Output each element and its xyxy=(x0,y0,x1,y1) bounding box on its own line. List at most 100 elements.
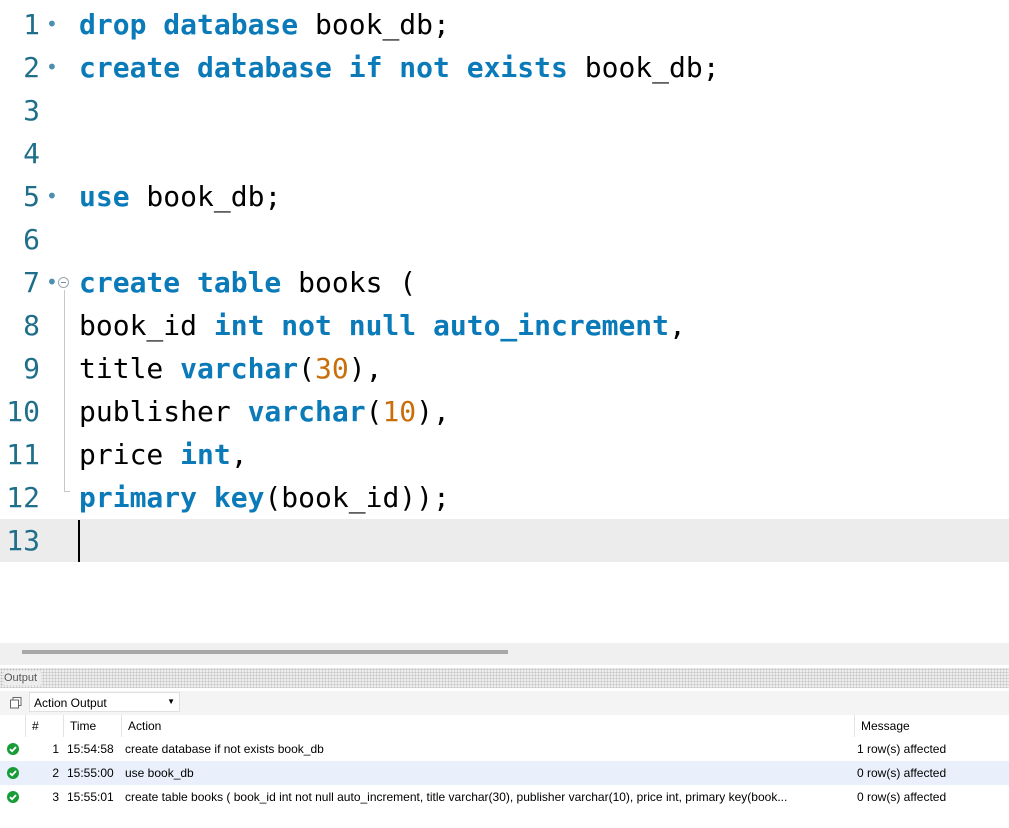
cell-time: 15:54:58 xyxy=(67,742,114,756)
fold-toggle-icon[interactable] xyxy=(58,277,69,288)
code-text: use book_db; xyxy=(79,175,281,218)
code-text: create table books ( xyxy=(79,261,416,304)
output-panel-header: Output xyxy=(0,668,1009,688)
sql-text: ), xyxy=(348,352,383,385)
action-output-grid: # Time Action Message 1 15:54:58 create da… xyxy=(0,715,1009,828)
line-number: 11 xyxy=(6,438,40,471)
code-text: book_id int not null auto_increment, xyxy=(79,304,686,347)
cell-num: 2 xyxy=(52,766,59,780)
output-type-value: Action Output xyxy=(34,696,107,710)
line-number: 6 xyxy=(23,223,40,256)
cell-message: 0 row(s) affected xyxy=(857,790,947,804)
cell-num: 1 xyxy=(52,742,59,756)
sql-keyword: primary key xyxy=(79,481,265,514)
sql-keyword: int not null auto_increment xyxy=(213,309,670,342)
sql-editor[interactable]: 1 • drop database book_db; 2 • create databas… xyxy=(0,0,1009,643)
cell-message: 1 row(s) affected xyxy=(857,742,947,756)
code-line[interactable]: 3 xyxy=(0,89,1009,132)
statement-marker: • xyxy=(46,55,58,79)
text-caret xyxy=(78,520,80,562)
code-text: drop database book_db; xyxy=(79,3,450,46)
line-number: 2 xyxy=(23,51,40,84)
sql-text: publisher xyxy=(79,395,248,428)
line-number: 1 xyxy=(23,8,40,41)
output-toolbar: Action Output ▼ xyxy=(0,691,1009,715)
line-number: 9 xyxy=(23,352,40,385)
success-check-icon xyxy=(7,767,19,779)
cell-action: create database if not exists book_db xyxy=(125,742,324,756)
sql-text: price xyxy=(79,438,181,471)
code-text: create database if not exists book_db; xyxy=(79,46,720,89)
sql-text: ( xyxy=(365,395,383,428)
sql-keyword: int xyxy=(180,438,231,471)
code-text: price int, xyxy=(79,433,248,476)
line-number: 10 xyxy=(6,395,40,428)
column-header-num[interactable]: # xyxy=(25,715,63,737)
code-line[interactable]: 12 primary key(book_id)); xyxy=(0,476,1009,519)
line-number: 12 xyxy=(6,481,40,514)
statement-marker: • xyxy=(46,270,58,294)
code-line[interactable]: 13 xyxy=(0,519,1009,562)
code-line[interactable]: 8 book_id int not null auto_increment, xyxy=(0,304,1009,347)
column-header-message[interactable]: Message xyxy=(854,715,1009,737)
code-text: primary key(book_id)); xyxy=(79,476,450,519)
line-number: 5 xyxy=(23,180,40,213)
output-panel-title: Output xyxy=(4,671,42,685)
table-row[interactable]: 1 15:54:58 create database if not exists b… xyxy=(0,737,1009,761)
line-number: 13 xyxy=(6,524,40,557)
cell-action: use book_db xyxy=(125,766,194,780)
success-check-icon xyxy=(7,743,19,755)
sql-text: ( xyxy=(298,352,316,385)
line-number: 4 xyxy=(23,137,40,170)
sql-keyword: drop database xyxy=(79,8,299,41)
code-line[interactable]: 7 • create table books ( xyxy=(0,261,1009,304)
horizontal-scrollbar[interactable] xyxy=(0,643,1009,665)
sql-text: , xyxy=(230,438,248,471)
code-line[interactable]: 9 title varchar(30), xyxy=(0,347,1009,390)
code-line[interactable]: 5 • use book_db; xyxy=(0,175,1009,218)
statement-marker: • xyxy=(46,12,58,36)
sql-text: (book_id)); xyxy=(264,481,450,514)
sql-keyword: varchar xyxy=(247,395,366,428)
code-text: publisher varchar(10), xyxy=(79,390,450,433)
sql-number: 10 xyxy=(382,395,417,428)
table-row[interactable]: 2 15:55:00 use book_db 0 row(s) affected xyxy=(0,761,1009,785)
cell-action: create table books ( book_id int not nul… xyxy=(125,790,788,804)
cell-num: 3 xyxy=(52,790,59,804)
sql-text: book_db; xyxy=(567,51,720,84)
cell-message: 0 row(s) affected xyxy=(857,766,947,780)
code-line[interactable]: 2 • create database if not exists book_db; xyxy=(0,46,1009,89)
sql-keyword: create database if not exists xyxy=(79,51,568,84)
sql-text: book_id xyxy=(79,309,214,342)
code-line[interactable]: 10 publisher varchar(10), xyxy=(0,390,1009,433)
line-number: 3 xyxy=(23,94,40,127)
chevron-down-icon: ▼ xyxy=(167,697,175,706)
cell-time: 15:55:00 xyxy=(67,766,114,780)
grid-header: # Time Action Message xyxy=(0,715,1009,737)
code-line[interactable]: 4 xyxy=(0,132,1009,175)
cell-time: 15:55:01 xyxy=(67,790,114,804)
sql-keyword: create table xyxy=(79,266,282,299)
horizontal-scrollbar-thumb[interactable] xyxy=(22,650,508,654)
sql-text: title xyxy=(79,352,181,385)
sql-text: books ( xyxy=(281,266,417,299)
table-row[interactable]: 3 15:55:01 create table books ( book_id in… xyxy=(0,785,1009,809)
line-number: 8 xyxy=(23,309,40,342)
sql-keyword: use xyxy=(79,180,130,213)
sql-text: book_db; xyxy=(129,180,282,213)
copy-icon[interactable] xyxy=(10,697,22,709)
line-number: 7 xyxy=(23,266,40,299)
sql-text: book_db; xyxy=(298,8,450,41)
sql-number: 30 xyxy=(315,352,349,385)
code-line[interactable]: 6 xyxy=(0,218,1009,261)
success-check-icon xyxy=(7,791,19,803)
code-line[interactable]: 11 price int, xyxy=(0,433,1009,476)
code-text: title varchar(30), xyxy=(79,347,382,390)
sql-keyword: varchar xyxy=(180,352,299,385)
code-line[interactable]: 1 • drop database book_db; xyxy=(0,3,1009,46)
statement-marker: • xyxy=(46,184,58,208)
sql-text: , xyxy=(669,309,686,342)
column-header-action[interactable]: Action xyxy=(121,715,854,737)
output-type-dropdown[interactable]: Action Output ▼ xyxy=(29,692,180,712)
column-header-time[interactable]: Time xyxy=(63,715,121,737)
